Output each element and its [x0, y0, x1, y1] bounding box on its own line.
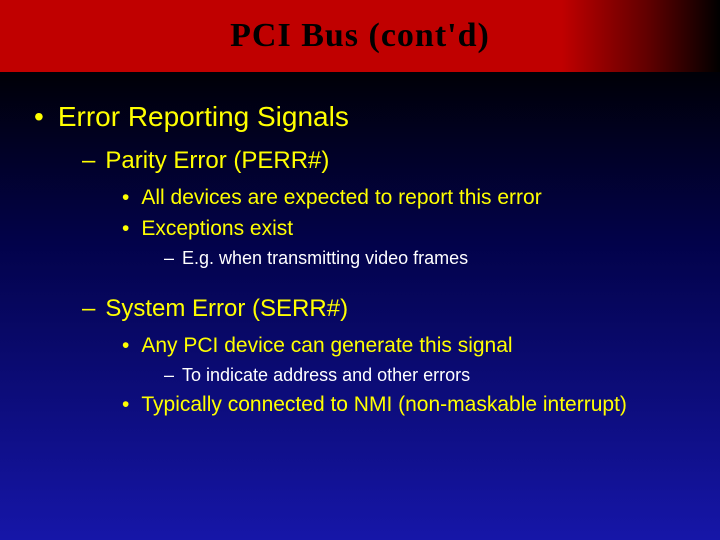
slide-title: PCI Bus (cont'd) [230, 17, 490, 55]
dash-marker: – [164, 363, 174, 387]
bullet-marker: • [122, 332, 129, 359]
bullet-lvl4: – E.g. when transmitting video frames [164, 246, 690, 270]
bullet-lvl2: – Parity Error (PERR#) [82, 146, 690, 176]
dash-marker: – [82, 294, 95, 324]
bullet-marker: • [122, 391, 129, 418]
bullet-lvl3: • Any PCI device can generate this signa… [122, 332, 690, 359]
bullet-text: Any PCI device can generate this signal [141, 332, 512, 359]
slide-content: • Error Reporting Signals – Parity Error… [0, 72, 720, 418]
bullet-lvl3: • All devices are expected to report thi… [122, 184, 690, 211]
bullet-text: Error Reporting Signals [58, 100, 349, 134]
bullet-lvl1: • Error Reporting Signals [30, 100, 690, 134]
dash-marker: – [164, 246, 174, 270]
bullet-text: Parity Error (PERR#) [105, 146, 329, 176]
title-bar: PCI Bus (cont'd) [0, 0, 720, 72]
bullet-text: E.g. when transmitting video frames [182, 246, 468, 270]
bullet-marker: • [122, 215, 129, 242]
bullet-marker: • [122, 184, 129, 211]
bullet-text: All devices are expected to report this … [141, 184, 541, 211]
bullet-lvl4: – To indicate address and other errors [164, 363, 690, 387]
bullet-text: System Error (SERR#) [105, 294, 348, 324]
bullet-marker: • [34, 100, 44, 134]
slide: PCI Bus (cont'd) • Error Reporting Signa… [0, 0, 720, 540]
bullet-text: To indicate address and other errors [182, 363, 470, 387]
bullet-lvl3: • Typically connected to NMI (non-maskab… [122, 391, 690, 418]
bullet-lvl2: – System Error (SERR#) [82, 294, 690, 324]
bullet-lvl3: • Exceptions exist [122, 215, 690, 242]
dash-marker: – [82, 146, 95, 176]
bullet-text: Typically connected to NMI (non-maskable… [141, 391, 627, 418]
spacer [30, 274, 690, 288]
bullet-text: Exceptions exist [141, 215, 293, 242]
